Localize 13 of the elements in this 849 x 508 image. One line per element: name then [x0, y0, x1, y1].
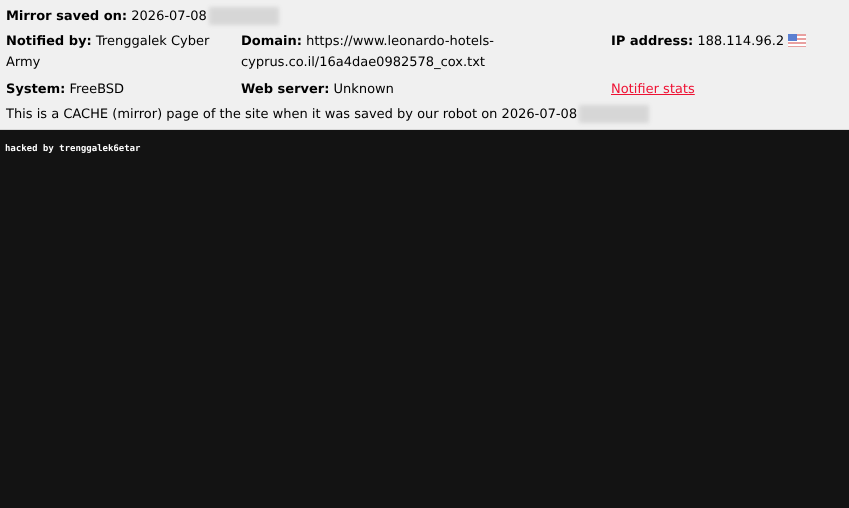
info-field: Web server: Unknown: [241, 82, 394, 97]
info-field: IP address: 188.114.96.2: [611, 34, 784, 49]
info-field: System: FreeBSD: [6, 82, 124, 97]
cache-notice: This is a CACHE (mirror) page of the site when it was saved by our robot on 2026-07-08: [6, 107, 578, 122]
mirror-text: hacked by trenggalek6etar: [5, 144, 140, 154]
field-value: 2026-07-08: [131, 9, 207, 24]
flag-icon: [788, 34, 806, 47]
info-field: Notified by: Trenggalek Cyber Army: [6, 34, 210, 70]
info-field: Domain: https://www.leonardo-hotels-cyprus.co.il/16a4dae0982578_cox.txt: [241, 34, 494, 70]
blurred-patch: [208, 7, 279, 26]
field-label: Mirror saved on:: [6, 9, 128, 24]
notifier-stats-link[interactable]: Notifier stats: [611, 82, 695, 97]
blurred-patch: [579, 105, 650, 124]
